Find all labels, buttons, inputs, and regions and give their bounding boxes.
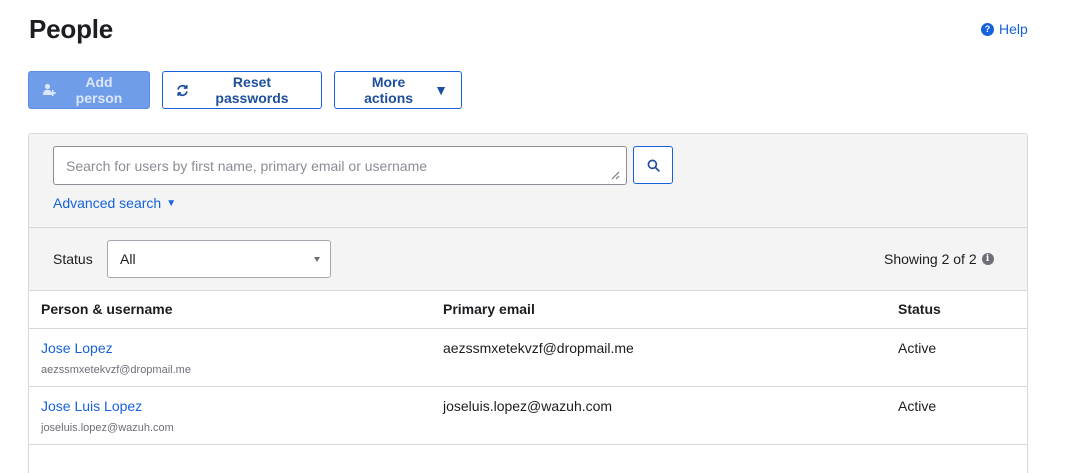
person-username: aezssmxetekvzf@dropmail.me <box>41 363 191 376</box>
more-actions-label: More actions <box>364 74 414 106</box>
result-count: Showing 2 of 2 i <box>884 251 994 267</box>
advanced-search-label: Advanced search <box>53 195 162 211</box>
search-button[interactable] <box>633 146 673 184</box>
advanced-search-toggle[interactable]: Advanced search ▼ <box>53 195 176 211</box>
caret-down-icon: ▼ <box>166 197 177 209</box>
add-person-label: Add person <box>75 74 123 106</box>
showing-text: Showing 2 of 2 <box>884 251 977 267</box>
refresh-icon <box>176 84 189 97</box>
table-row: Jose Luis Lopez joseluis.lopez@wazuh.com… <box>29 386 1027 445</box>
status-cell: Active <box>886 328 1027 387</box>
column-header-person[interactable]: Person & username <box>29 291 431 329</box>
person-cell: Jose Luis Lopez joseluis.lopez@wazuh.com <box>29 386 431 445</box>
person-username: joseluis.lopez@wazuh.com <box>41 421 174 434</box>
filter-bar: Status All Showing 2 of 2 i <box>29 228 1027 291</box>
info-icon[interactable]: i <box>981 253 994 265</box>
search-icon <box>647 159 660 172</box>
add-person-button[interactable]: Add person <box>28 71 150 109</box>
help-label: Help <box>999 21 1028 37</box>
reset-passwords-button[interactable]: Reset passwords <box>162 71 322 109</box>
reset-passwords-label: Reset passwords <box>215 74 289 106</box>
search-input[interactable] <box>53 146 627 185</box>
table-header-row: Person & username Primary email Status <box>29 291 1027 329</box>
status-filter-label: Status <box>53 251 93 267</box>
status-cell: Active <box>886 386 1027 445</box>
help-link[interactable]: ? Help <box>981 21 1028 37</box>
email-cell: joseluis.lopez@wazuh.com <box>431 386 886 445</box>
status-filter-select[interactable]: All <box>107 240 331 278</box>
add-person-icon <box>42 83 56 97</box>
column-header-status[interactable]: Status <box>886 291 1027 329</box>
person-cell: Jose Lopez aezssmxetekvzf@dropmail.me <box>29 328 431 387</box>
status-selected-value: All <box>120 251 136 267</box>
help-circle-icon: ? <box>981 22 994 36</box>
table-row: Jose Lopez aezssmxetekvzf@dropmail.me ae… <box>29 328 1027 387</box>
more-actions-button[interactable]: More actions ▼ <box>334 71 462 109</box>
email-cell: aezssmxetekvzf@dropmail.me <box>431 328 886 387</box>
toolbar: Add person Reset passwords More actions … <box>28 71 462 109</box>
search-area: Advanced search ▼ <box>29 134 1027 228</box>
caret-down-icon: ▼ <box>434 82 448 98</box>
column-header-email[interactable]: Primary email <box>431 291 886 329</box>
people-panel: Advanced search ▼ Status All Showing 2 o… <box>28 133 1028 473</box>
people-table: Person & username Primary email Status J… <box>29 291 1027 445</box>
select-arrow-icon <box>314 257 320 262</box>
person-name-link[interactable]: Jose Lopez <box>41 340 113 356</box>
person-name-link[interactable]: Jose Luis Lopez <box>41 398 142 414</box>
page-title: People <box>29 14 114 44</box>
